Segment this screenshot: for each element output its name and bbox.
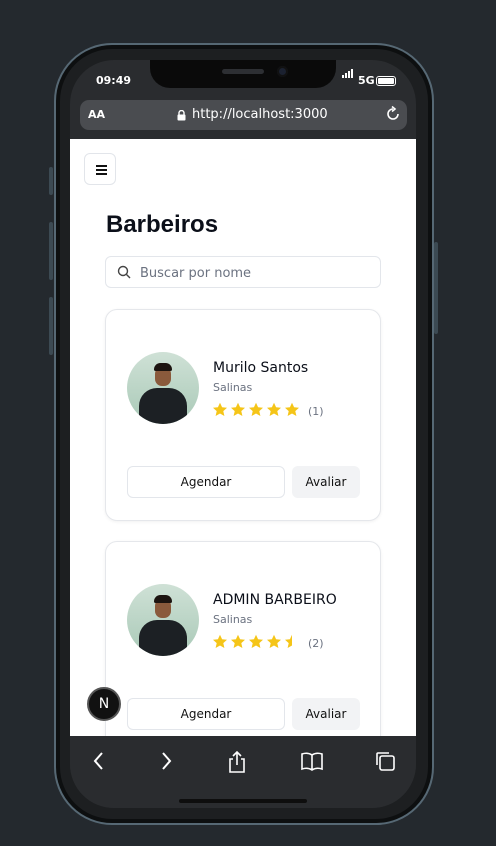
- text-size-button[interactable]: AA: [88, 108, 105, 121]
- tabs-icon[interactable]: [374, 750, 396, 772]
- star-icon: [267, 402, 281, 416]
- barber-city: Salinas: [213, 613, 253, 626]
- book-button[interactable]: Agendar: [127, 466, 285, 498]
- url-text[interactable]: http://localhost:3000: [192, 107, 328, 122]
- share-icon[interactable]: [227, 750, 247, 774]
- search-box[interactable]: [105, 256, 381, 288]
- star-icon: [285, 634, 292, 648]
- rating-count: (1): [308, 405, 324, 418]
- search-icon: [117, 265, 131, 279]
- barber-card: Murilo Santos Salinas (1) Agendar Avalia…: [105, 309, 381, 521]
- barber-name: Murilo Santos: [213, 360, 309, 376]
- nextjs-dev-badge[interactable]: N: [87, 687, 121, 721]
- rate-button[interactable]: Avaliar: [292, 698, 360, 730]
- lock-icon: [177, 110, 186, 121]
- star-icon: [249, 634, 263, 648]
- barber-city: Salinas: [213, 381, 253, 394]
- star-icon: [213, 634, 227, 648]
- star-icon: [249, 402, 263, 416]
- mute-switch: [49, 167, 53, 195]
- star-icon: [231, 402, 245, 416]
- forward-icon[interactable]: [159, 750, 173, 772]
- rating-count: (2): [308, 637, 324, 650]
- web-page: Barbeiros Murilo Santos Salinas (1) Agen…: [70, 139, 416, 736]
- rate-button[interactable]: Avaliar: [292, 466, 360, 498]
- avatar: [127, 352, 199, 424]
- star-icon: [285, 402, 299, 416]
- star-icon: [231, 634, 245, 648]
- volume-up-button: [49, 222, 53, 280]
- phone-screen: 09:49 5G AA http://localhost:3000 Barbei…: [70, 60, 416, 808]
- status-time: 09:49: [96, 74, 132, 87]
- bookmarks-icon[interactable]: [300, 750, 324, 772]
- barber-card: ADMIN BARBEIRO Salinas (2) Agendar Avali…: [105, 541, 381, 736]
- power-button: [434, 242, 438, 334]
- back-icon[interactable]: [92, 750, 106, 772]
- avatar: [127, 584, 199, 656]
- page-title: Barbeiros: [106, 211, 219, 238]
- battery-icon: [376, 76, 396, 86]
- barber-name: ADMIN BARBEIRO: [213, 592, 337, 608]
- browser-toolbar: [70, 736, 416, 808]
- menu-button[interactable]: [84, 153, 116, 185]
- network-label: 5G: [358, 74, 375, 87]
- star-icon: [213, 402, 227, 416]
- star-icon: [267, 634, 281, 648]
- status-bar: 09:49 5G: [70, 69, 416, 90]
- book-button[interactable]: Agendar: [127, 698, 285, 730]
- address-bar[interactable]: AA http://localhost:3000: [80, 100, 407, 130]
- home-indicator: [179, 799, 307, 803]
- search-input[interactable]: [140, 262, 370, 284]
- volume-down-button: [49, 297, 53, 355]
- reload-icon[interactable]: [384, 105, 402, 123]
